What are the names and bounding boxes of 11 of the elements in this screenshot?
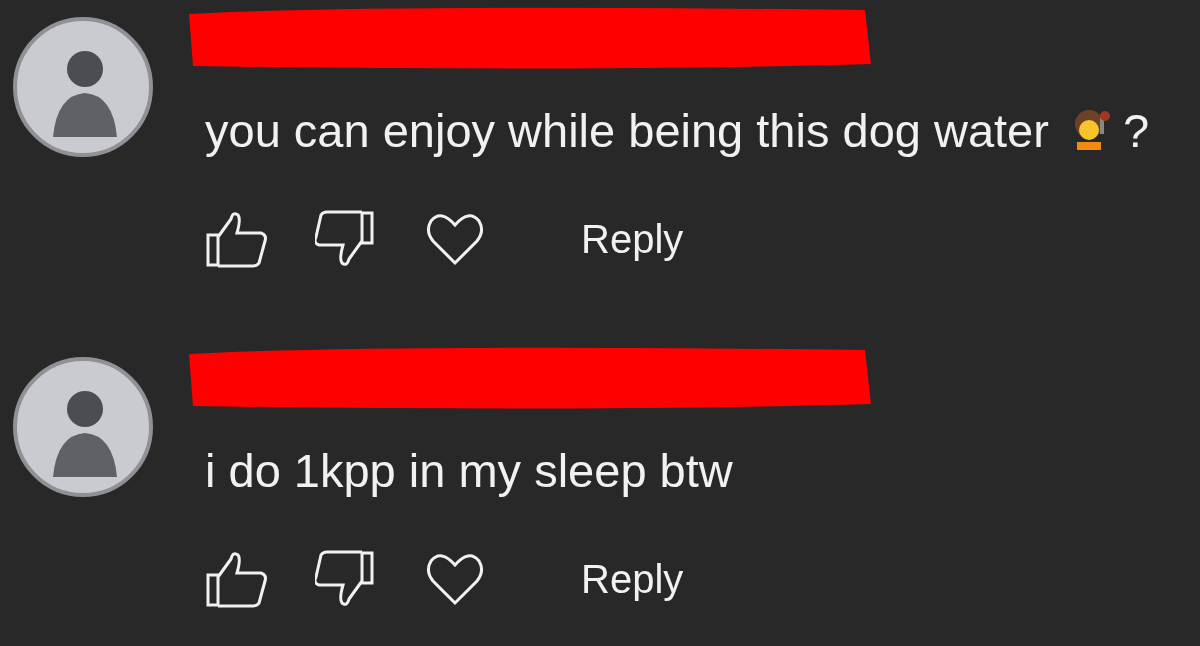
thumbs-down-icon[interactable] [315,549,377,609]
comment-text: you can enjoy while being this dog water [205,102,1049,158]
comment-text: i do 1kpp in my sleep btw [205,442,733,498]
heart-icon[interactable] [425,211,485,267]
reply-button[interactable]: Reply [579,212,686,266]
thumbs-up-icon[interactable] [205,549,267,609]
heart-icon[interactable] [425,551,485,607]
thumbs-up-icon[interactable] [205,209,267,269]
comment-text: ? [1122,102,1150,158]
reply-button[interactable]: Reply [579,552,686,606]
thumbs-down-icon[interactable] [315,209,377,269]
